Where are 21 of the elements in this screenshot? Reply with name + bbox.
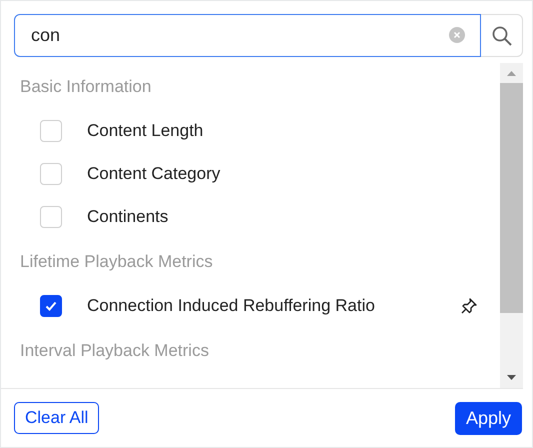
item-label: Content Length — [87, 120, 204, 140]
search-field[interactable]: con — [14, 14, 481, 57]
checkbox[interactable] — [40, 294, 62, 316]
item-label: Connection Induced Rebuffering Ratio — [87, 296, 376, 316]
item-label: Content Category — [87, 164, 222, 184]
group-heading: Interval Playback Metrics — [20, 340, 210, 362]
clear-icon[interactable] — [449, 27, 465, 43]
scrollbar[interactable] — [500, 63, 523, 388]
list-item[interactable]: Content Length — [20, 109, 500, 152]
list-item[interactable]: Continents — [20, 195, 500, 238]
apply-button[interactable]: Apply — [454, 402, 522, 434]
group-heading: Lifetime Playback Metrics — [20, 250, 214, 272]
pin-icon[interactable] — [460, 296, 478, 314]
clear-all-button[interactable]: Clear All — [14, 402, 100, 434]
search-button[interactable] — [481, 14, 523, 57]
scroll-thumb[interactable] — [500, 83, 523, 313]
group-heading: Basic Information — [20, 76, 152, 98]
search-icon — [490, 24, 512, 46]
list-item[interactable]: Content Category — [20, 152, 500, 195]
list-item[interactable]: Connection Induced Rebuffering Ratio — [20, 284, 500, 327]
item-label: Continents — [87, 206, 170, 226]
